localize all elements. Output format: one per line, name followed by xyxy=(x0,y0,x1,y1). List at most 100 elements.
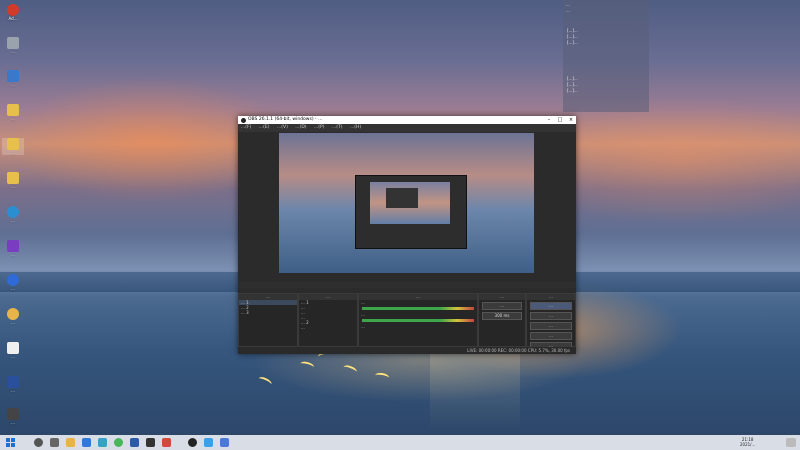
desktop-icon[interactable]: ... xyxy=(2,274,24,291)
volume-meter[interactable] xyxy=(362,307,474,310)
menu-tools[interactable]: ...(T) xyxy=(332,125,343,130)
app-icon[interactable] xyxy=(98,438,107,447)
desktop-icon-label: ... xyxy=(11,354,15,359)
app-icon xyxy=(7,408,19,420)
transitions-header: ... xyxy=(479,294,525,300)
clock[interactable]: 21:18 2021/... xyxy=(740,437,755,447)
window-title: OBS 26.1.1 (64-bit, windows) - ... xyxy=(248,117,323,122)
app-icon xyxy=(7,240,19,252)
menu-view[interactable]: ...(V) xyxy=(277,125,288,130)
desktop-icon-label: ... xyxy=(11,218,15,223)
menu-bar: ...(F) ...(E) ...(V) ...(D) ...(P) ...(T… xyxy=(238,124,576,132)
overlay-stat: ... xyxy=(566,8,570,13)
transitions-dock: ... ... 300 ms xyxy=(478,293,526,347)
desktop-icon[interactable]: ... xyxy=(2,104,24,121)
desktop-icon[interactable]: ... xyxy=(2,138,24,155)
desktop-icon[interactable]: Ad... xyxy=(2,4,24,21)
transition-duration[interactable]: 300 ms xyxy=(482,312,522,320)
app-icon[interactable] xyxy=(220,438,229,447)
folder-icon xyxy=(7,138,19,150)
menu-profile[interactable]: ...(P) xyxy=(314,125,325,130)
close-icon[interactable]: × xyxy=(566,116,576,124)
menu-edit[interactable]: ...(E) xyxy=(259,125,270,130)
task-view-icon[interactable] xyxy=(50,438,59,447)
desktop-icon[interactable]: ... xyxy=(2,172,24,189)
bird-shape xyxy=(257,375,273,388)
app-icon xyxy=(7,308,19,320)
file-icon xyxy=(7,342,19,354)
desktop-icon[interactable]: ... xyxy=(2,376,24,393)
app-icon xyxy=(7,376,19,388)
windows-logo-icon xyxy=(11,438,15,442)
windows-logo-icon xyxy=(11,443,15,447)
desktop-icon[interactable]: ... xyxy=(2,37,24,54)
transition-select[interactable]: ... xyxy=(482,302,522,310)
app-icon xyxy=(7,4,19,16)
file-explorer-icon[interactable] xyxy=(66,438,75,447)
start-recording-button[interactable]: ... xyxy=(530,312,572,320)
desktop-icon[interactable]: ... xyxy=(2,70,24,87)
controls-header: ... xyxy=(527,294,575,300)
desktop-icon-label: Ad... xyxy=(8,16,18,21)
folder-icon xyxy=(7,172,19,184)
desktop-icon-label: ... xyxy=(11,184,15,189)
app-icon[interactable] xyxy=(146,438,155,447)
nested-inner-window xyxy=(386,188,418,208)
mixer-row-label: ... xyxy=(361,312,365,317)
mixer-row-label: ... xyxy=(361,324,365,329)
start-button[interactable] xyxy=(6,438,15,447)
notification-icon[interactable] xyxy=(786,438,796,447)
controls-dock: ... ... ... ... ... ... xyxy=(526,293,576,350)
desktop-icon-label: ... xyxy=(11,49,15,54)
mixer-row-label: ... xyxy=(361,300,365,305)
app-icon[interactable] xyxy=(162,438,171,447)
desktop-icon-label: ... xyxy=(11,252,15,257)
desktop-icon[interactable]: ... xyxy=(2,206,24,223)
desktop-icon-label: ... xyxy=(11,388,15,393)
status-bar: LIVE: 00:00:00 REC: 00:00:00 CPU: 5.7%, … xyxy=(238,347,576,354)
overlay-log-line: [...]... xyxy=(567,88,578,93)
desktop-icon-label: ... xyxy=(11,420,15,425)
obs-window[interactable]: OBS 26.1.1 (64-bit, windows) - ... – □ ×… xyxy=(238,116,576,354)
virtual-camera-button[interactable]: ... xyxy=(530,322,572,330)
desktop-icon[interactable]: ... xyxy=(2,308,24,325)
desktop-icon-label: ... xyxy=(11,150,15,155)
overlay-log-line: [...]... xyxy=(567,40,578,45)
chrome-icon[interactable] xyxy=(114,438,123,447)
desktop-icon-label: ... xyxy=(11,82,15,87)
audio-mixer-dock: ... ... ... ... xyxy=(358,293,478,347)
folder-icon xyxy=(7,104,19,116)
menu-docks[interactable]: ...(D) xyxy=(295,125,306,130)
app-icon[interactable] xyxy=(130,438,139,447)
desktop-icon[interactable]: ... xyxy=(2,342,24,359)
clock-date: 2021/... xyxy=(740,442,756,447)
minimize-icon[interactable]: – xyxy=(544,116,554,124)
network-icon xyxy=(7,70,19,82)
windows-logo-icon xyxy=(6,438,10,442)
overlay-stats: ... ... xyxy=(566,2,570,14)
preview-toolbar xyxy=(238,282,576,288)
desktop-icon-label: ... xyxy=(11,286,15,291)
desktop-icon[interactable]: ... xyxy=(2,240,24,257)
app-icon[interactable] xyxy=(204,438,213,447)
app-icon[interactable] xyxy=(82,438,91,447)
overlay-log-bottom: [...]... [...]... [...]... xyxy=(567,76,578,94)
menu-help[interactable]: ...(H) xyxy=(350,125,361,130)
search-icon[interactable] xyxy=(34,438,43,447)
studio-mode-button[interactable]: ... xyxy=(530,332,572,340)
bird-shape xyxy=(299,360,315,371)
source-item[interactable]: ... xyxy=(299,325,357,330)
desktop-icon[interactable]: ... xyxy=(2,408,24,425)
maximize-icon[interactable]: □ xyxy=(555,116,565,124)
obs-taskbar-icon[interactable] xyxy=(188,438,197,447)
volume-meter[interactable] xyxy=(362,319,474,322)
desktop-icon-label: ... xyxy=(11,320,15,325)
sources-dock: ... ... 1 ... ... ... ... 2 ... xyxy=(298,293,358,347)
app-icon xyxy=(7,206,19,218)
menu-file[interactable]: ...(F) xyxy=(241,125,251,130)
title-bar[interactable]: OBS 26.1.1 (64-bit, windows) - ... – □ × xyxy=(238,116,576,124)
scene-item[interactable]: ... 3 xyxy=(239,310,297,315)
start-streaming-button[interactable]: ... xyxy=(530,302,572,310)
preview-canvas[interactable] xyxy=(279,133,534,273)
desktop-icon-label: ... xyxy=(11,116,15,121)
